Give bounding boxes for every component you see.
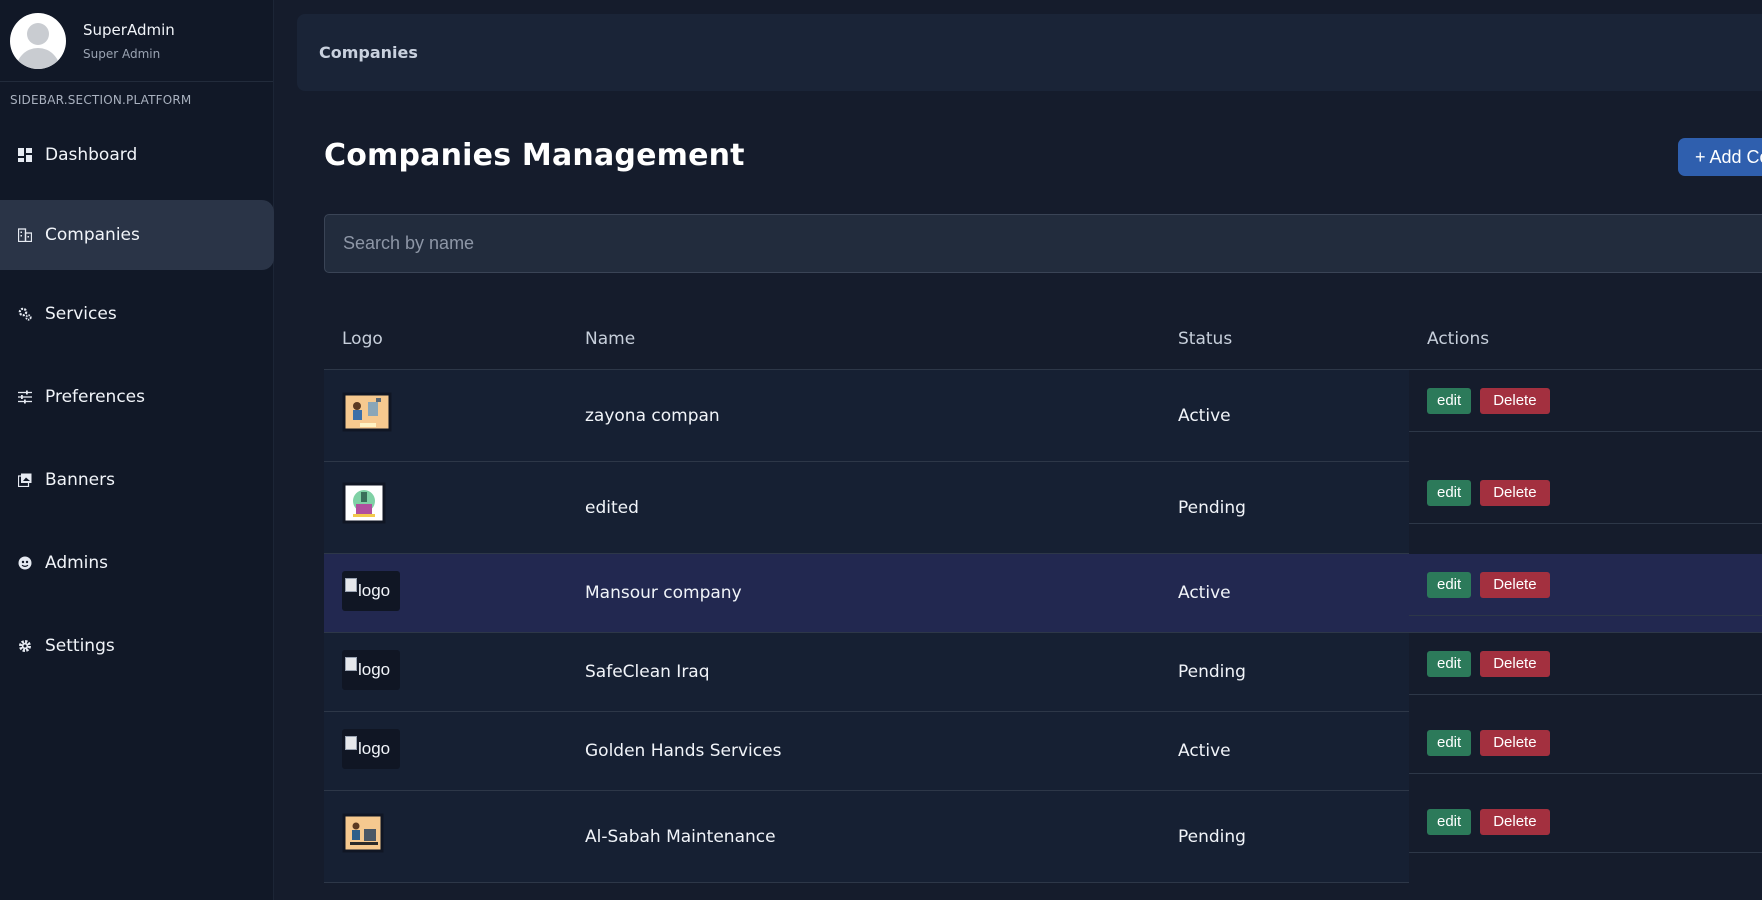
edit-button[interactable]: edit <box>1427 808 1472 835</box>
company-status: Pending <box>1178 662 1246 682</box>
company-name: zayona compan <box>585 406 720 426</box>
company-status: Pending <box>1178 827 1246 847</box>
company-name: SafeClean Iraq <box>585 662 710 682</box>
sidebar-item-label: Dashboard <box>45 145 138 165</box>
breadcrumb: Companies <box>319 43 418 62</box>
plumbing-logo-image <box>342 392 392 432</box>
sidebar-item-companies[interactable]: Companies <box>0 200 274 270</box>
edit-button[interactable]: edit <box>1427 650 1472 677</box>
delete-button[interactable]: Delete <box>1480 479 1550 506</box>
company-name: Al-Sabah Maintenance <box>585 827 776 847</box>
profile-name: SuperAdmin <box>83 20 175 39</box>
edit-button[interactable]: edit <box>1427 571 1472 598</box>
avatar[interactable] <box>10 12 66 69</box>
add-company-button[interactable]: + Add Company <box>1678 138 1762 176</box>
company-logo <box>342 392 392 432</box>
delete-button[interactable]: Delete <box>1480 387 1550 414</box>
table-row[interactable]: logo Golden Hands Services Active edit D… <box>324 712 1762 791</box>
table-row[interactable]: zayona compan Active edit Delete <box>324 370 1762 462</box>
edit-button[interactable]: edit <box>1427 479 1472 506</box>
top-bar: Companies <box>297 14 1762 91</box>
sidebar-item-services[interactable]: Services <box>0 276 273 352</box>
profile-block[interactable]: SuperAdmin Super Admin <box>0 0 273 82</box>
sidebar-item-label: Settings <box>45 636 115 656</box>
sidebar-item-label: Banners <box>45 470 115 490</box>
column-header-logo: Logo <box>342 328 383 349</box>
sliders-icon <box>18 390 32 404</box>
gears-icon <box>18 307 32 321</box>
company-name: Golden Hands Services <box>585 741 782 761</box>
column-header-status: Status <box>1178 328 1233 349</box>
sidebar-nav: Dashboard Companies Services Preferences… <box>0 116 274 684</box>
broken-image: logo <box>342 571 400 611</box>
company-status: Pending <box>1178 498 1246 518</box>
sidebar: SuperAdmin Super Admin SIDEBAR.SECTION.P… <box>0 0 274 900</box>
gear-icon <box>18 639 32 653</box>
row-actions: edit Delete <box>1409 791 1762 853</box>
company-logo: logo <box>342 571 400 611</box>
column-header-actions: Actions <box>1427 328 1490 349</box>
delete-button[interactable]: Delete <box>1480 571 1550 598</box>
company-status: Active <box>1178 741 1231 761</box>
table-row[interactable]: Al-Sabah Maintenance Pending edit Delete <box>324 791 1762 883</box>
app-root: SuperAdmin Super Admin SIDEBAR.SECTION.P… <box>0 0 1762 900</box>
row-actions: edit Delete <box>1409 370 1762 432</box>
company-logo: logo <box>342 729 400 769</box>
column-header-name: Name <box>585 328 636 349</box>
table-row[interactable]: logo Mansour company Active edit Delete <box>324 554 1762 633</box>
company-name: edited <box>585 498 639 518</box>
table-row[interactable]: edited Pending edit Delete <box>324 462 1762 554</box>
page-title: Companies Management <box>324 138 745 173</box>
profile-role: Super Admin <box>83 46 161 61</box>
building-icon <box>18 228 32 242</box>
sidebar-item-label: Companies <box>45 225 140 245</box>
user-circle-icon <box>18 556 32 570</box>
sidebar-item-label: Services <box>45 304 117 324</box>
sidebar-item-label: Preferences <box>45 387 145 407</box>
sidebar-item-dashboard[interactable]: Dashboard <box>0 116 273 194</box>
sidebar-item-settings[interactable]: Settings <box>0 608 273 684</box>
company-status: Active <box>1178 406 1231 426</box>
delete-button[interactable]: Delete <box>1480 729 1550 756</box>
sidebar-section-title: SIDEBAR.SECTION.PLATFORM <box>10 93 192 107</box>
images-icon <box>18 473 32 487</box>
delete-button[interactable]: Delete <box>1480 650 1550 677</box>
broken-image: logo <box>342 650 400 690</box>
company-logo: logo <box>342 650 400 690</box>
delete-button[interactable]: Delete <box>1480 808 1550 835</box>
table-row[interactable]: logo SafeClean Iraq Pending edit Delete <box>324 633 1762 712</box>
table-header: Logo Name Status Actions <box>324 308 1762 370</box>
sidebar-item-label: Admins <box>45 553 109 573</box>
sidebar-item-admins[interactable]: Admins <box>0 524 273 602</box>
sidebar-item-banners[interactable]: Banners <box>0 442 273 518</box>
row-actions: edit Delete <box>1409 712 1762 774</box>
company-name: Mansour company <box>585 583 742 603</box>
cleaning-logo-image <box>342 482 386 524</box>
search-input[interactable] <box>324 214 1762 273</box>
company-status: Active <box>1178 583 1231 603</box>
repair-logo-image <box>342 813 384 853</box>
edit-button[interactable]: edit <box>1427 387 1472 414</box>
sidebar-item-preferences[interactable]: Preferences <box>0 358 273 436</box>
row-actions: edit Delete <box>1409 462 1762 524</box>
companies-table: Logo Name Status Actions zayona compan A… <box>324 308 1762 883</box>
broken-image: logo <box>342 729 400 769</box>
edit-button[interactable]: edit <box>1427 729 1472 756</box>
company-logo <box>342 482 386 524</box>
row-actions: edit Delete <box>1409 633 1762 695</box>
dashboard-icon <box>18 148 32 162</box>
row-actions: edit Delete <box>1409 554 1762 616</box>
company-logo <box>342 813 384 853</box>
